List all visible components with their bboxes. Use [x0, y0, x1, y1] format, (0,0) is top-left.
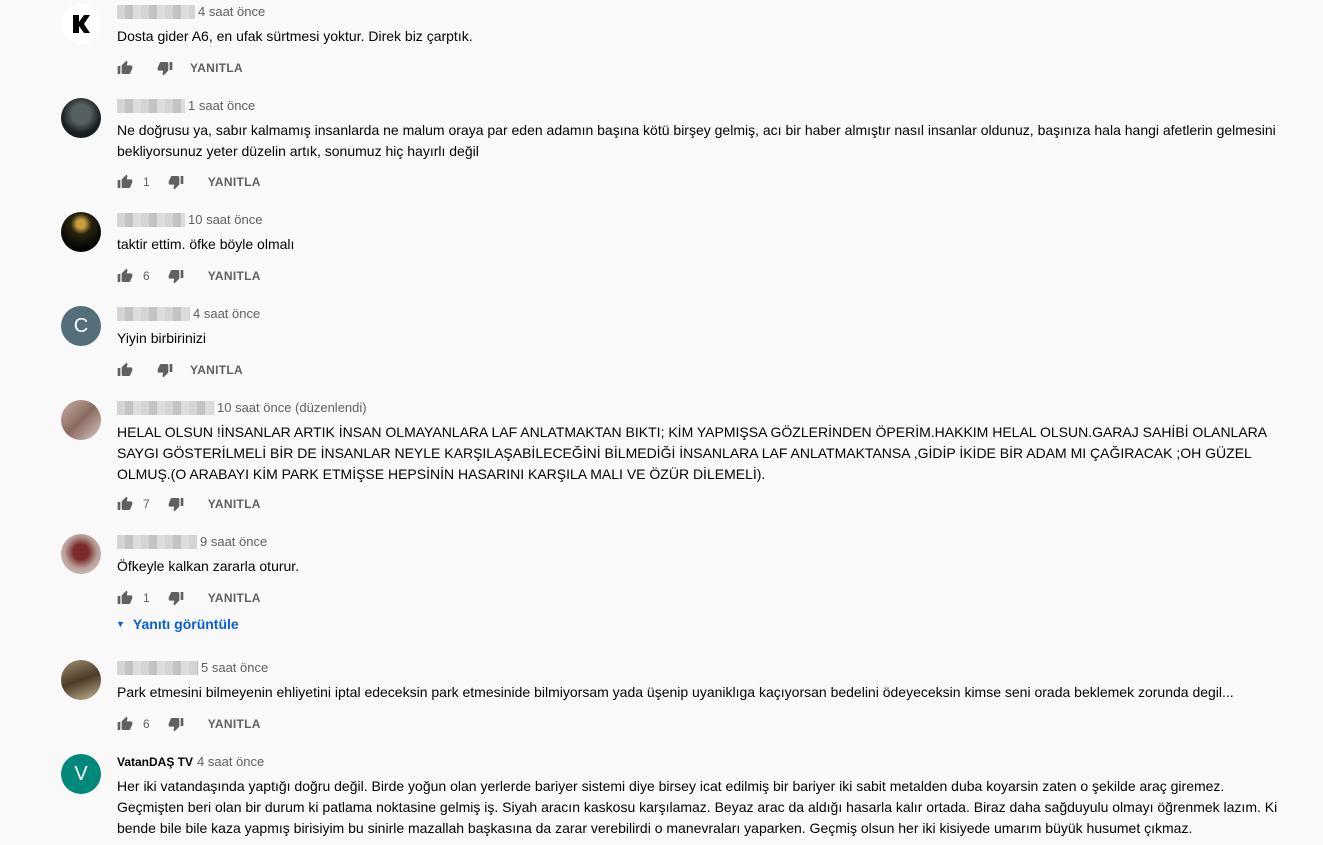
comment-actions: 7 YANITLA — [117, 494, 261, 514]
dislike-icon[interactable] — [168, 716, 184, 732]
reply-button[interactable]: YANITLA — [190, 363, 243, 377]
dislike-icon[interactable] — [168, 268, 184, 284]
reply-button[interactable]: YANITLA — [208, 591, 261, 605]
author-name[interactable] — [117, 213, 185, 227]
view-replies-button[interactable]: ▼ Yanıtı görüntüle — [116, 616, 239, 632]
like-count: 6 — [143, 717, 150, 731]
avatar-letter: V — [74, 762, 88, 785]
dislike-icon[interactable] — [157, 362, 173, 378]
dislike-icon[interactable] — [168, 496, 184, 512]
reply-button[interactable]: YANITLA — [190, 61, 243, 75]
comment-text: taktir ettim. öfke böyle olmalı — [117, 236, 295, 252]
author-name[interactable] — [117, 661, 198, 675]
comment-time[interactable]: 5 saat önce — [201, 660, 268, 676]
author-name[interactable] — [117, 401, 214, 415]
reply-button[interactable]: YANITLA — [208, 175, 261, 189]
avatar[interactable] — [61, 4, 101, 44]
like-count: 6 — [143, 269, 150, 283]
avatar[interactable]: V — [61, 754, 101, 794]
caret-down-icon: ▼ — [116, 619, 125, 629]
comment-actions: 6 YANITLA — [117, 266, 261, 286]
like-icon[interactable] — [117, 60, 133, 76]
avatar[interactable] — [61, 400, 101, 440]
comment-text: Öfkeyle kalkan zararla oturur. — [117, 558, 300, 574]
comment-header: 1 saat önce — [117, 98, 1283, 114]
comment-text: Park etmesini bilmeyenin ehliyetini ipta… — [117, 684, 1234, 700]
avatar[interactable] — [61, 534, 101, 574]
reply-button[interactable]: YANITLA — [208, 269, 261, 283]
comment-time[interactable]: 4 saat önce — [198, 4, 265, 20]
comment-header: 4 saat önce — [117, 4, 1283, 20]
author-name[interactable] — [117, 535, 197, 549]
like-icon[interactable] — [117, 496, 133, 512]
author-name[interactable]: VatanDAŞ TV — [117, 754, 193, 770]
comment-time[interactable]: 4 saat önce — [193, 306, 260, 322]
comment-header: VatanDAŞ TV 4 saat önce — [117, 754, 1283, 770]
avatar[interactable] — [61, 98, 101, 138]
avatar-letter: C — [73, 314, 89, 337]
channel-logo-icon — [73, 15, 90, 33]
comment-header: 10 saat önce (düzenlendi) — [117, 400, 1283, 416]
comment-time[interactable]: 9 saat önce — [200, 534, 267, 550]
avatar[interactable]: C — [61, 306, 101, 346]
like-icon[interactable] — [117, 590, 133, 606]
comment-actions: 1 YANITLA — [117, 588, 261, 608]
author-name[interactable] — [117, 307, 190, 321]
comment-text: Her iki vatandaşında yaptığı doğru değil… — [117, 778, 1278, 836]
comment-header: 4 saat önce — [117, 306, 1283, 322]
view-replies-label: Yanıtı görüntüle — [132, 616, 239, 632]
like-icon[interactable] — [117, 268, 133, 284]
like-icon[interactable] — [117, 174, 133, 190]
comment-actions: YANITLA — [117, 58, 243, 78]
dislike-icon[interactable] — [168, 590, 184, 606]
comment-time[interactable]: 1 saat önce — [188, 98, 255, 114]
comment-time[interactable]: 4 saat önce — [197, 754, 264, 770]
comment-header: 9 saat önce — [117, 534, 1283, 550]
like-count: 1 — [143, 591, 150, 605]
reply-button[interactable]: YANITLA — [208, 497, 261, 511]
comment-time[interactable]: 10 saat önce (düzenlendi) — [217, 400, 367, 416]
dislike-icon[interactable] — [157, 60, 173, 76]
comment-text: Ne doğrusu ya, sabır kalmamış insanlarda… — [117, 122, 1276, 159]
comment-actions: 1 YANITLA — [117, 172, 261, 192]
author-name[interactable] — [117, 99, 185, 113]
avatar[interactable] — [61, 660, 101, 700]
comment-header: 10 saat önce — [117, 212, 1283, 228]
like-icon[interactable] — [117, 362, 133, 378]
avatar[interactable] — [61, 212, 101, 252]
comment-header: 5 saat önce — [117, 660, 1283, 676]
comment-actions: 6 YANITLA — [117, 714, 261, 734]
author-name[interactable] — [117, 5, 195, 19]
reply-button[interactable]: YANITLA — [208, 717, 261, 731]
like-icon[interactable] — [117, 716, 133, 732]
like-count: 7 — [143, 497, 150, 511]
comment-time[interactable]: 10 saat önce — [188, 212, 262, 228]
comment-text: Yiyin birbirinizi — [117, 330, 206, 346]
comment-actions: YANITLA — [117, 360, 243, 380]
comment-text: Dosta gider A6, en ufak sürtmesi yoktur.… — [117, 28, 473, 44]
comment-text: HELAL OLSUN !İNSANLAR ARTIK İNSAN OLMAYA… — [117, 424, 1267, 482]
dislike-icon[interactable] — [168, 174, 184, 190]
like-count: 1 — [143, 175, 150, 189]
